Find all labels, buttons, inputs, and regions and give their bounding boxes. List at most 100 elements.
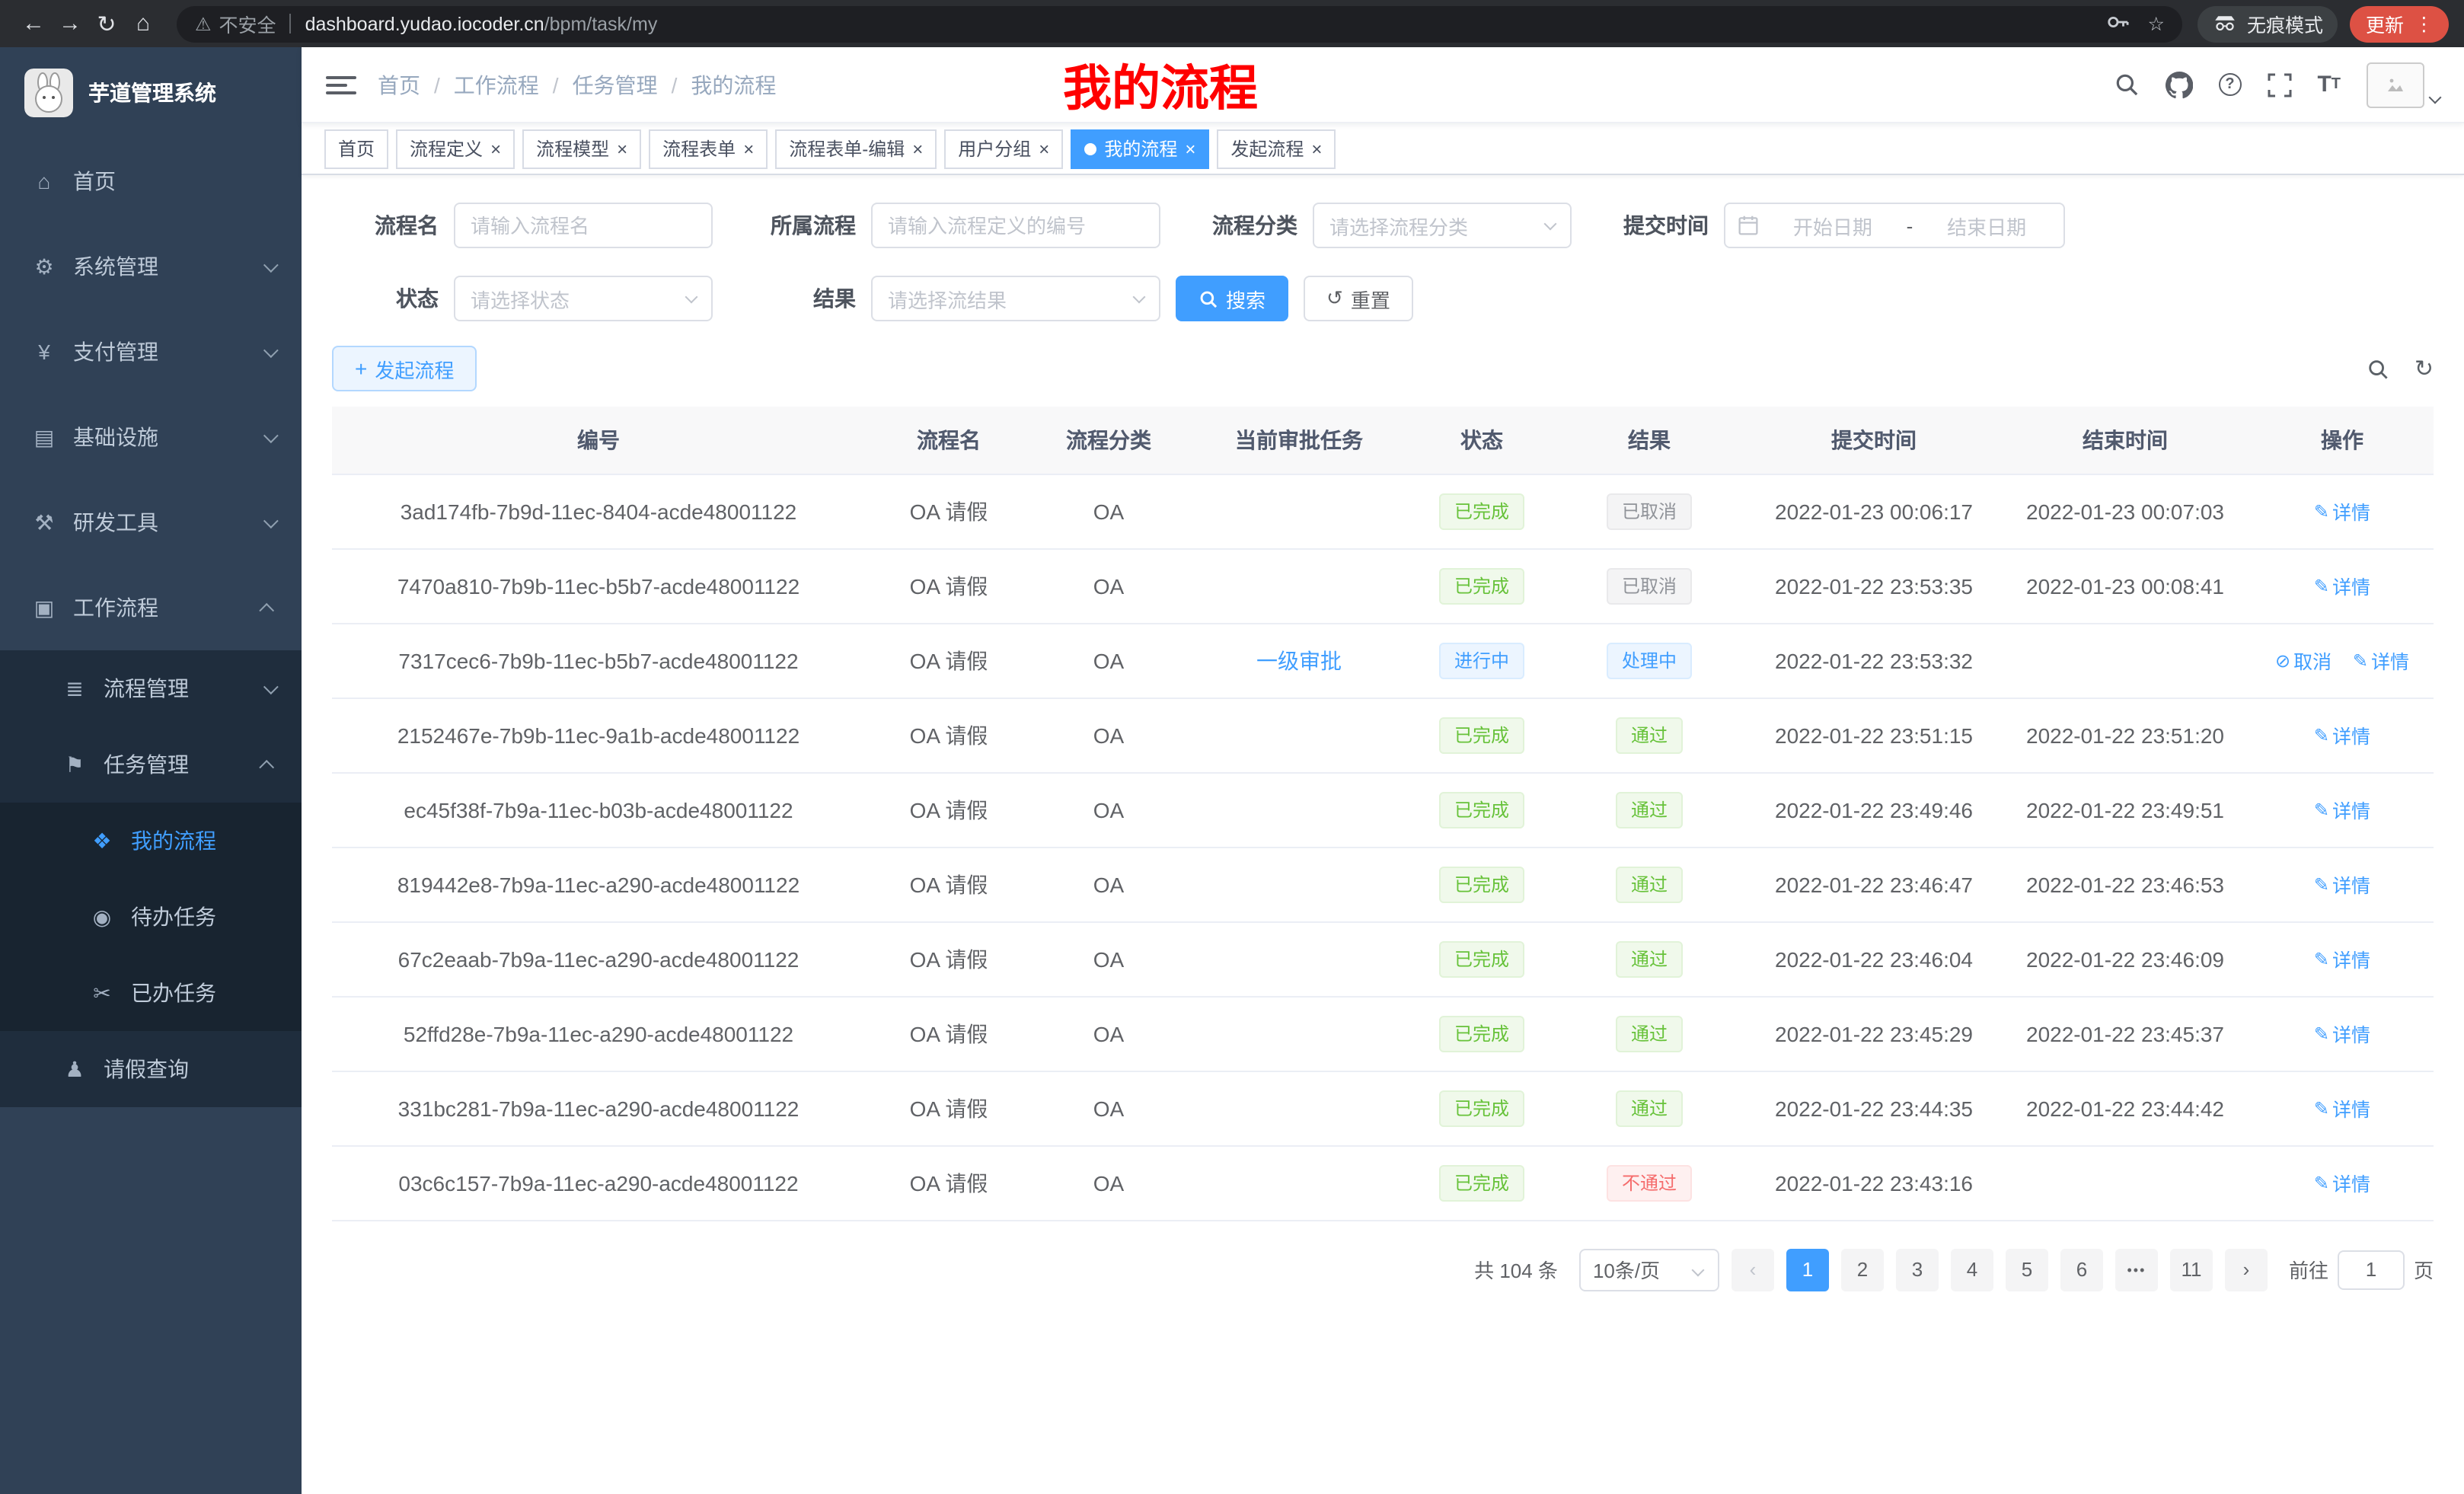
create-process-button[interactable]: + 发起流程 (332, 346, 477, 391)
tab[interactable]: 流程模型 × (522, 129, 641, 168)
tab[interactable]: 首页 (324, 129, 388, 168)
sidebar-item-label: 基础设施 (73, 422, 263, 452)
cell-result: 已取消 (1550, 474, 1748, 548)
back-icon[interactable]: ← (15, 11, 52, 37)
tab-close-icon[interactable]: × (1311, 139, 1322, 158)
detail-link[interactable]: ✎详情 (2314, 1019, 2370, 1048)
edit-icon: ✎ (2353, 650, 2368, 671)
cell-current-task (1185, 847, 1413, 921)
sidebar-item-my-process[interactable]: ❖ 我的流程 (0, 803, 302, 879)
task-link[interactable]: 一级审批 (1256, 648, 1342, 672)
page-button[interactable]: ••• (2115, 1248, 2158, 1291)
avatar-dropdown[interactable] (2367, 62, 2440, 107)
process-definition-input[interactable] (871, 203, 1160, 248)
security-label[interactable]: 不安全 (219, 9, 276, 38)
detail-link[interactable]: ✎详情 (2314, 795, 2370, 824)
status-select[interactable]: 请选择状态 (454, 276, 713, 321)
search-icon[interactable] (2113, 72, 2139, 97)
detail-link[interactable]: ✎详情 (2314, 1168, 2370, 1197)
sidebar-item-leave-query[interactable]: ♟ 请假查询 (0, 1031, 302, 1107)
jump-page-input[interactable] (2338, 1250, 2405, 1289)
breadcrumb-item[interactable]: 任务管理 (573, 69, 658, 100)
help-icon[interactable]: ? (2218, 73, 2241, 96)
home-icon[interactable]: ⌂ (125, 11, 161, 37)
chevron-down-icon (685, 291, 698, 304)
tab-close-icon[interactable]: × (1039, 139, 1049, 158)
bookmark-star-icon[interactable]: ☆ (2148, 12, 2165, 35)
tab[interactable]: 我的流程 × (1071, 129, 1209, 168)
sidebar-item-system[interactable]: ⚙ 系统管理 (0, 224, 302, 309)
detail-link[interactable]: ✎详情 (2314, 571, 2370, 600)
key-icon[interactable] (2107, 10, 2130, 37)
page-button[interactable]: 2 (1841, 1248, 1884, 1291)
search-button[interactable]: 搜索 (1176, 276, 1288, 321)
update-button[interactable]: 更新 ⋮ (2351, 5, 2449, 42)
end-date-placeholder[interactable]: 结束日期 (1922, 211, 2051, 240)
breadcrumb-item[interactable]: 首页 (378, 69, 420, 100)
detail-link[interactable]: ✎详情 (2353, 646, 2409, 675)
cell-category: OA (1033, 698, 1185, 772)
next-page-button[interactable]: › (2225, 1248, 2268, 1291)
cancel-link[interactable]: ⊘取消 (2275, 646, 2332, 675)
page-button[interactable]: 5 (2006, 1248, 2048, 1291)
sidebar-item-process-management[interactable]: ≣ 流程管理 (0, 650, 302, 726)
hamburger-icon[interactable] (326, 75, 356, 94)
sidebar-item-home[interactable]: ⌂ 首页 (0, 139, 302, 224)
tab[interactable]: 流程定义 × (396, 129, 515, 168)
reload-icon[interactable]: ↻ (88, 10, 125, 37)
tab[interactable]: 流程表单-编辑 × (775, 129, 937, 168)
reset-button[interactable]: ↺ 重置 (1304, 276, 1413, 321)
tab[interactable]: 用户分组 × (944, 129, 1063, 168)
process-name-input[interactable] (454, 203, 713, 248)
category-select[interactable]: 请选择流程分类 (1313, 203, 1572, 248)
status-badge: 已完成 (1439, 717, 1524, 753)
col-process-name: 流程名 (865, 407, 1033, 474)
result-select[interactable]: 请选择流结果 (871, 276, 1160, 321)
cell-submit-time: 2022-01-22 23:51:15 (1748, 698, 2000, 772)
page-button[interactable]: 3 (1896, 1248, 1939, 1291)
detail-link[interactable]: ✎详情 (2314, 496, 2370, 525)
sidebar-item-payment[interactable]: ¥ 支付管理 (0, 309, 302, 394)
sidebar-item-workflow[interactable]: ▣ 工作流程 (0, 565, 302, 650)
detail-link[interactable]: ✎详情 (2314, 1093, 2370, 1122)
pagination: 共 104 条 10条/页 ‹ 1 2 3 (332, 1248, 2434, 1291)
breadcrumb-item[interactable]: 工作流程 (454, 69, 539, 100)
sidebar-item-devtools[interactable]: ⚒ 研发工具 (0, 480, 302, 565)
tab[interactable]: 发起流程 × (1217, 129, 1336, 168)
tab-close-icon[interactable]: × (490, 139, 501, 158)
chevron-down-icon (1691, 1263, 1704, 1276)
tab-close-icon[interactable]: × (1185, 139, 1195, 158)
cell-current-task (1185, 698, 1413, 772)
tab-close-icon[interactable]: × (743, 139, 754, 158)
date-range-picker[interactable]: 开始日期 - 结束日期 (1724, 203, 2065, 248)
cell-category: OA (1033, 623, 1185, 698)
page-size-select[interactable]: 10条/页 (1579, 1248, 1719, 1291)
page-button[interactable]: 11 (2170, 1248, 2213, 1291)
page-button[interactable]: 6 (2060, 1248, 2103, 1291)
detail-link[interactable]: ✎详情 (2314, 944, 2370, 973)
status-badge: 已完成 (1439, 940, 1524, 977)
result-badge: 通过 (1616, 1090, 1683, 1126)
sidebar-item-todo-tasks[interactable]: ◉ 待办任务 (0, 879, 302, 955)
sidebar-item-task-management[interactable]: ⚑ 任务管理 (0, 726, 302, 803)
font-size-icon[interactable]: TT (2317, 72, 2341, 97)
refresh-icon[interactable]: ↻ (2415, 355, 2434, 382)
logo[interactable]: 芋道管理系统 (0, 47, 302, 139)
tab-close-icon[interactable]: × (617, 139, 627, 158)
fullscreen-icon[interactable] (2267, 72, 2291, 97)
sidebar-item-infrastructure[interactable]: ▤ 基础设施 (0, 394, 302, 480)
github-icon[interactable] (2165, 71, 2192, 98)
detail-link[interactable]: ✎详情 (2314, 870, 2370, 899)
start-date-placeholder[interactable]: 开始日期 (1768, 211, 1897, 240)
browser-menu-icon[interactable]: ⋮ (2415, 12, 2434, 35)
tab[interactable]: 流程表单 × (649, 129, 768, 168)
address-bar[interactable]: ⚠ 不安全 dashboard.yudao.iocoder.cn /bpm/ta… (177, 5, 2183, 42)
forward-icon[interactable]: → (52, 11, 88, 37)
page-button[interactable]: 4 (1951, 1248, 1993, 1291)
page-button[interactable]: 1 (1786, 1248, 1829, 1291)
toggle-search-icon[interactable] (2367, 357, 2390, 380)
prev-page-button[interactable]: ‹ (1732, 1248, 1774, 1291)
sidebar-item-done-tasks[interactable]: ✂ 已办任务 (0, 955, 302, 1031)
tab-close-icon[interactable]: × (912, 139, 923, 158)
detail-link[interactable]: ✎详情 (2314, 720, 2370, 749)
